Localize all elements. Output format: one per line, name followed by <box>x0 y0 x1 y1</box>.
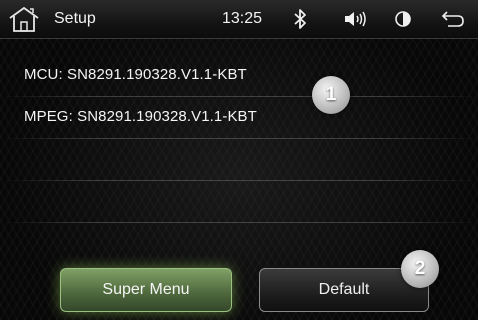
super-menu-button[interactable]: Super Menu <box>60 268 232 312</box>
divider <box>0 222 478 223</box>
divider <box>0 96 478 97</box>
divider <box>0 138 478 139</box>
callout-marker: 2 <box>401 250 439 288</box>
bluetooth-icon[interactable] <box>292 7 308 31</box>
clock: 13:25 <box>222 10 263 27</box>
volume-icon[interactable] <box>343 7 367 31</box>
callout-marker: 1 <box>312 76 350 114</box>
status-bar: Setup 13:25 <box>0 0 478 39</box>
brightness-icon[interactable] <box>394 7 412 31</box>
divider <box>0 180 478 181</box>
setup-screen: Setup 13:25 MCU: SN8291.190328.V1.1-KBT … <box>0 0 478 320</box>
back-icon[interactable] <box>440 7 466 31</box>
mcu-version: MCU: SN8291.190328.V1.1-KBT <box>24 66 247 83</box>
page-title: Setup <box>54 10 96 27</box>
home-icon[interactable] <box>7 5 41 33</box>
mpeg-version: MPEG: SN8291.190328.V1.1-KBT <box>24 108 257 125</box>
